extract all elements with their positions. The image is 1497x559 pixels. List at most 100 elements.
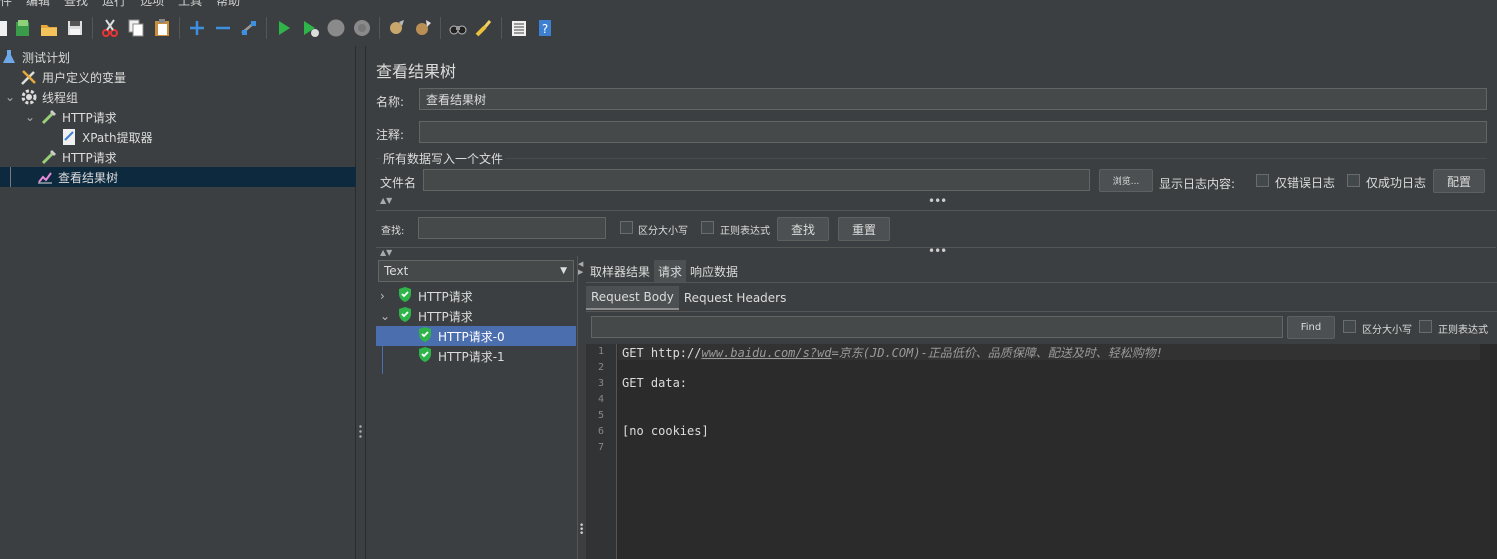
errors-only-checkbox[interactable] [1256,174,1269,187]
shield-check-icon [398,307,412,325]
line-number: 4 [597,394,604,405]
split-arrows-icon[interactable]: ◀ ▶ [578,260,583,276]
split-arrows-icon[interactable]: ▲▼ [380,196,392,205]
expand-icon[interactable] [186,17,208,39]
menu-options[interactable]: 选项 [140,0,164,8]
menu-search[interactable]: 查找 [64,0,88,8]
tree-item-label: XPath提取器 [82,130,153,145]
clear-all-icon[interactable] [412,17,434,39]
result-node-label: HTTP请求 [418,309,473,324]
code-url[interactable]: www.baidu.com/s?wd [701,346,831,360]
find-button[interactable]: Find [1287,316,1335,339]
shutdown-icon[interactable] [351,17,373,39]
find-button[interactable]: 查找 [777,217,829,241]
result-node-selected[interactable]: HTTP请求-0 [376,326,576,346]
name-field[interactable]: 查看结果树 [419,88,1487,110]
tree-item-label: 线程组 [42,90,79,105]
drag-handle-icon[interactable]: ••• [579,522,584,539]
search-field[interactable] [418,217,606,239]
browse-button[interactable]: 浏览... [1099,169,1153,192]
drag-handle-icon[interactable] [359,424,362,438]
configure-button[interactable]: 配置 [1433,169,1485,193]
start-no-timers-icon[interactable] [299,17,321,39]
new-file-icon[interactable] [0,17,8,39]
result-node[interactable]: › HTTP请求 [376,286,576,306]
split-bar[interactable]: ▲▼ ••• [376,194,1496,211]
result-node[interactable]: HTTP请求-1 [376,346,576,366]
function-helper-icon[interactable] [508,17,530,39]
result-node-label: HTTP请求-0 [438,329,505,344]
toolbar-separator [501,17,502,39]
regex-label: 正则表达式 [1438,325,1488,336]
tree-item-xpath-extractor[interactable]: XPath提取器 [0,127,356,147]
search-icon[interactable] [447,17,469,39]
reset-button[interactable]: 重置 [838,217,890,241]
copy-icon[interactable] [125,17,147,39]
comment-field[interactable] [419,121,1487,143]
tab-request[interactable]: 请求 [654,260,687,282]
find-field[interactable] [591,316,1283,338]
tree-item-label: 测试计划 [22,50,71,65]
toggle-icon[interactable] [238,17,260,39]
tab-request-headers[interactable]: Request Headers [679,286,792,310]
tab-response-data[interactable]: 响应数据 [686,260,742,282]
chevron-down-icon[interactable]: ▼ [560,266,567,276]
menu-file[interactable]: 件 [0,0,12,8]
drag-handle-icon[interactable]: ••• [928,194,947,208]
drag-handle-icon[interactable]: ••• [928,244,947,258]
tab-border [586,282,1497,283]
renderer-select[interactable]: Text ▼ [378,260,574,282]
toolbar-separator [179,17,180,39]
code-text: = [831,346,839,360]
menu-tools[interactable]: 工具 [178,0,202,8]
case-sensitive-checkbox[interactable] [1343,320,1356,333]
renderer-value: Text [384,264,409,278]
tree-item-thread-group[interactable]: ⌄ 线程组 [0,87,356,107]
menubar: 件 编辑 查找 运行 选项 工具 帮助 [0,0,1497,8]
result-node[interactable]: ⌄ HTTP请求 [376,306,576,326]
split-pane-divider[interactable] [356,46,366,559]
tree-item-http-request-1[interactable]: ⌄ HTTP请求 [0,107,356,127]
tab-sampler-result[interactable]: 取样器结果 [586,260,654,282]
paste-icon[interactable] [151,17,173,39]
tree-item-user-variables[interactable]: 用户定义的变量 [0,67,356,87]
case-sensitive-checkbox[interactable] [620,221,633,234]
chevron-right-icon[interactable]: › [380,289,392,303]
line-number: 1 [597,346,604,357]
chevron-down-icon[interactable]: ⌄ [4,90,16,104]
reset-search-icon[interactable] [473,17,495,39]
templates-icon[interactable] [12,17,34,39]
detail-panel: 取样器结果 请求 响应数据 Request Body Request Heade… [586,260,1497,559]
toolbar-separator [266,17,267,39]
log-display-label: 显示日志内容: [1159,177,1236,191]
line-number: 2 [597,362,604,373]
split-pane-divider[interactable]: ◀ ▶ • • • [577,256,585,559]
result-node-label: HTTP请求-1 [438,349,505,364]
results-tree-panel: Text ▼ › HTTP请求 ⌄ HTTP请求 HTTP请求-0 HTTP请求… [376,256,576,559]
tree-item-view-results-tree[interactable]: 查看结果树 [0,167,356,187]
code-editor[interactable]: 1 2 3 4 5 6 7 GET http://www.baidu.com/s… [586,344,1497,559]
filename-field[interactable] [423,169,1090,191]
open-icon[interactable] [38,17,60,39]
chevron-down-icon[interactable]: ⌄ [380,309,392,323]
help-icon[interactable]: ? [534,17,556,39]
stop-icon[interactable] [325,17,347,39]
cut-icon[interactable] [99,17,121,39]
menu-run[interactable]: 运行 [102,0,126,8]
regex-checkbox[interactable] [1419,320,1432,333]
line-number: 6 [597,426,604,437]
tab-request-body[interactable]: Request Body [586,286,679,310]
collapse-icon[interactable] [212,17,234,39]
success-only-checkbox[interactable] [1347,174,1360,187]
request-subtabs: Request Body Request Headers [586,285,791,311]
chevron-down-icon[interactable]: ⌄ [24,110,36,124]
menu-edit[interactable]: 编辑 [26,0,50,8]
fieldset-border [376,158,1487,159]
save-icon[interactable] [64,17,86,39]
start-icon[interactable] [273,17,295,39]
tree-item-http-request-2[interactable]: HTTP请求 [0,147,356,167]
regex-checkbox[interactable] [701,221,714,234]
menu-help[interactable]: 帮助 [216,0,240,8]
tree-item-test-plan[interactable]: 测试计划 [0,47,356,67]
clear-icon[interactable] [386,17,408,39]
